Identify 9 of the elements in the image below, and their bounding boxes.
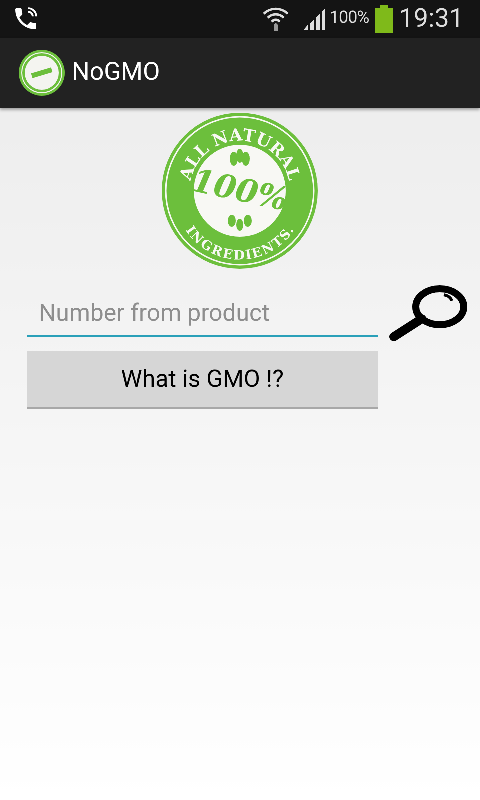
wifi-icon xyxy=(262,6,290,32)
battery-icon xyxy=(375,5,394,33)
what-is-gmo-button[interactable]: What is GMO !? xyxy=(27,351,378,409)
battery-percentage: 100% xyxy=(330,7,370,30)
signal-icon xyxy=(302,8,326,30)
clock-time: 19:31 xyxy=(399,2,464,36)
app-title: NoGMO xyxy=(72,57,160,90)
app-logo-icon[interactable] xyxy=(18,49,66,97)
product-number-field[interactable]: Number from product xyxy=(27,291,378,337)
